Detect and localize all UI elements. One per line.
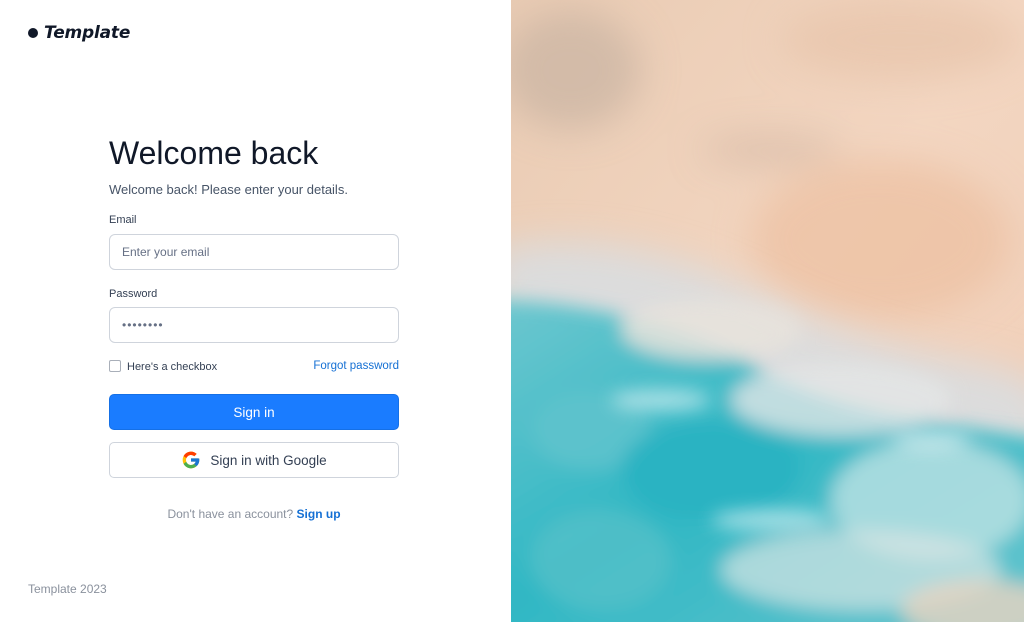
- google-sign-in-button[interactable]: Sign in with Google: [109, 442, 399, 478]
- page-title: Welcome back: [109, 135, 319, 171]
- beach-photo: [511, 0, 1024, 622]
- hero-image-panel: [511, 0, 1024, 622]
- dot-icon: [28, 28, 38, 38]
- sign-in-button[interactable]: Sign in: [109, 394, 399, 430]
- sign-up-link[interactable]: Sign up: [297, 507, 341, 521]
- sign-in-label: Sign in: [233, 404, 275, 420]
- brand-name: Template: [44, 23, 131, 43]
- signup-prefix: Don't have an account?: [167, 507, 294, 521]
- email-field[interactable]: [109, 234, 399, 270]
- google-sign-in-label: Sign in with Google: [210, 452, 327, 468]
- footer-copyright: Template 2023: [28, 582, 107, 596]
- email-label: Email: [109, 214, 137, 226]
- login-page: Template Welcome back Welcome back! Plea…: [0, 0, 1024, 622]
- checkbox-label[interactable]: Here's a checkbox: [127, 360, 217, 374]
- remember-checkbox[interactable]: [109, 360, 121, 372]
- google-icon: [182, 451, 200, 469]
- page-subtitle: Welcome back! Please enter your details.: [109, 182, 348, 197]
- signup-prompt: Don't have an account? Sign up: [109, 506, 399, 522]
- forgot-password-link[interactable]: Forgot password: [313, 359, 399, 373]
- brand-logo[interactable]: Template: [28, 22, 130, 44]
- options-row: Here's a checkbox Forgot password: [109, 358, 399, 376]
- password-field[interactable]: [109, 307, 399, 343]
- login-panel: Template Welcome back Welcome back! Plea…: [0, 0, 511, 622]
- password-label: Password: [109, 288, 158, 300]
